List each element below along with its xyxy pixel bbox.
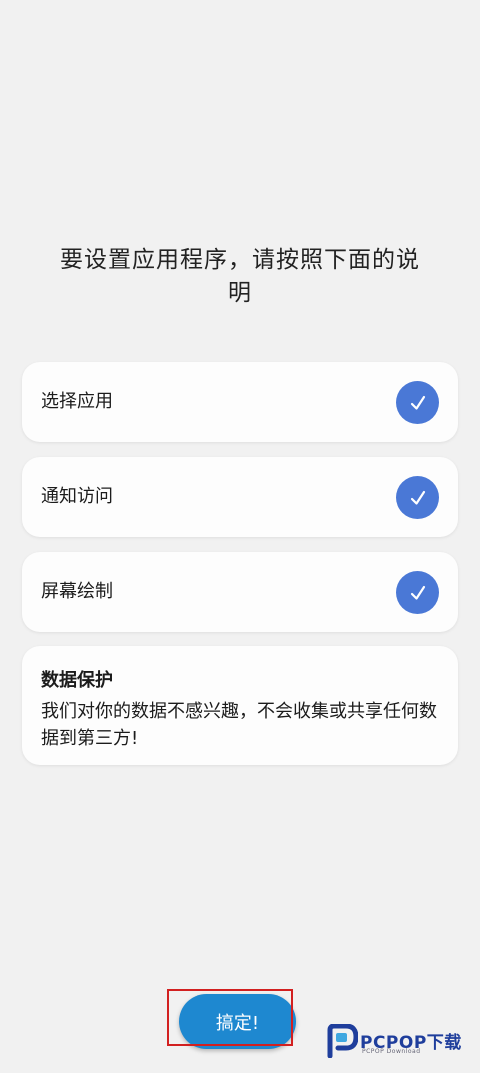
step-label: 选择应用 <box>41 391 113 412</box>
step-card-select-app[interactable]: 选择应用 <box>22 362 458 442</box>
watermark-subtitle: PCPOP Download <box>362 1048 421 1055</box>
privacy-text: 我们对你的数据不感兴趣，不会收集或共享任何数据到第三方! <box>41 701 437 749</box>
check-icon <box>396 571 439 614</box>
highlight-box <box>167 989 293 1046</box>
page-title: 要设置应用程序，请按照下面的说明 <box>60 247 420 306</box>
check-icon <box>396 381 439 424</box>
privacy-title: 数据保护 <box>41 670 113 691</box>
step-label: 通知访问 <box>41 486 113 507</box>
pcpop-logo-icon <box>327 1024 358 1058</box>
step-label: 屏幕绘制 <box>41 581 113 602</box>
privacy-card: 数据保护 我们对你的数据不感兴趣，不会收集或共享任何数据到第三方! <box>22 646 458 765</box>
step-card-screen-overlay[interactable]: 屏幕绘制 <box>22 552 458 632</box>
step-card-notification-access[interactable]: 通知访问 <box>22 457 458 537</box>
check-icon <box>396 476 439 519</box>
watermark: PCPOP下载 PCPOP Download <box>326 1022 474 1060</box>
